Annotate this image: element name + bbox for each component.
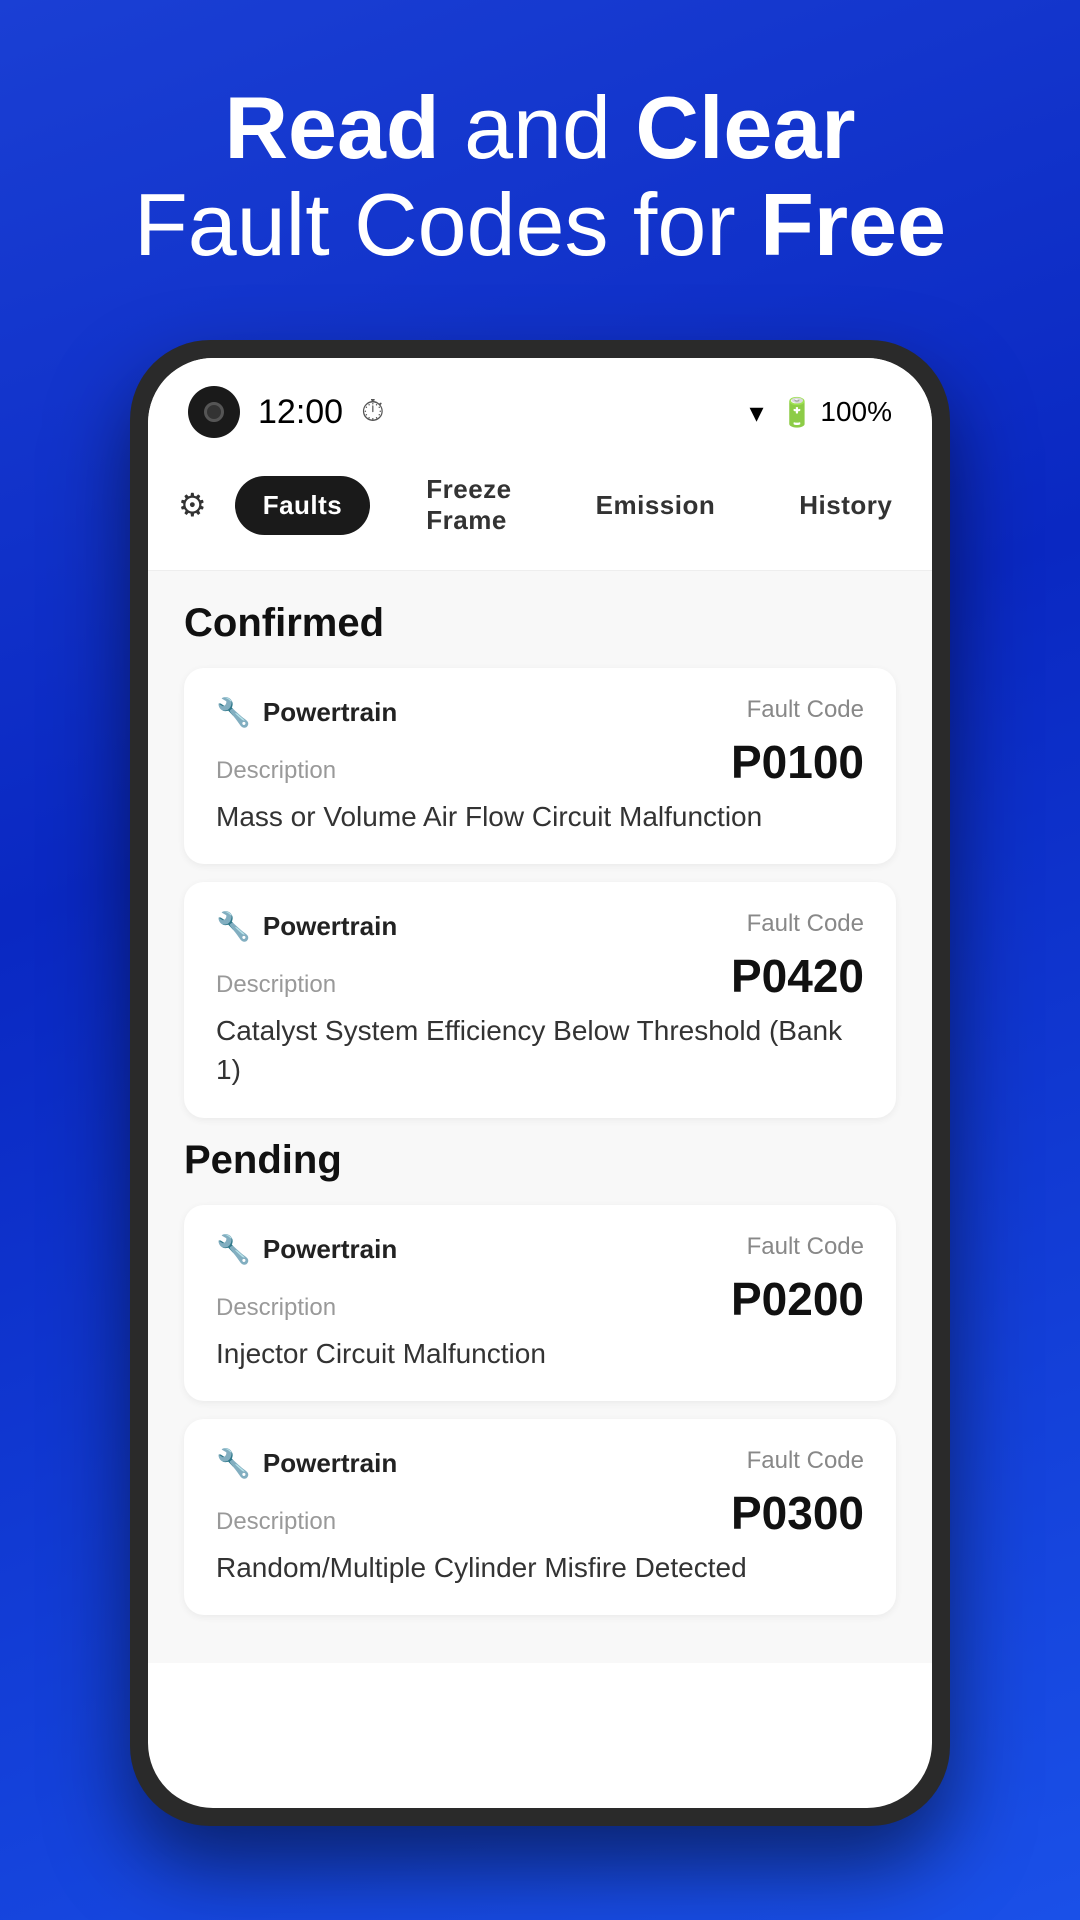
engine-icon: 🔧 <box>216 696 251 729</box>
desc-label: Description <box>216 971 336 999</box>
phone-mockup: 12:00 ⏱ ▾ 🔋 100% ⚙ Faults <box>130 340 950 1826</box>
card-type: 🔧 Powertrain <box>216 1233 397 1266</box>
desc-label: Description <box>216 1508 336 1536</box>
engine-icon: 🔧 <box>216 910 251 943</box>
confirmed-section-title: Confirmed <box>184 601 896 646</box>
hero-read: Read <box>224 78 439 177</box>
engine-icon: 🔧 <box>216 1447 251 1480</box>
card-type: 🔧 Powertrain <box>216 910 397 943</box>
card-header: 🔧 Powertrain Fault Code <box>216 1233 864 1266</box>
card-header: 🔧 Powertrain Fault Code <box>216 696 864 729</box>
fault-card-p0100[interactable]: 🔧 Powertrain Fault Code Description P010… <box>184 668 896 864</box>
card-type: 🔧 Powertrain <box>216 696 397 729</box>
phone-frame: 12:00 ⏱ ▾ 🔋 100% ⚙ Faults <box>130 340 950 1826</box>
tab-faults[interactable]: Faults <box>235 476 371 535</box>
fault-description: Random/Multiple Cylinder Misfire Detecte… <box>216 1548 864 1587</box>
fault-code-value: P0300 <box>731 1486 864 1540</box>
status-time: 12:00 <box>258 393 343 432</box>
hero-subtitle-normal: Fault Codes for <box>134 175 760 274</box>
card-type: 🔧 Powertrain <box>216 1447 397 1480</box>
fault-code-label: Fault Code <box>747 1447 864 1475</box>
fault-code-label: Fault Code <box>747 696 864 724</box>
card-desc-row: Description P0100 <box>216 735 864 789</box>
tab-history[interactable]: History <box>771 476 920 535</box>
nav-icon: ⚙ <box>178 486 207 524</box>
status-right: ▾ 🔋 100% <box>749 396 892 429</box>
fault-description: Injector Circuit Malfunction <box>216 1334 864 1373</box>
fault-code-value: P0200 <box>731 1272 864 1326</box>
card-desc-row: Description P0300 <box>216 1486 864 1540</box>
status-left: 12:00 ⏱ <box>188 386 385 438</box>
nav-tabs: ⚙ Faults Freeze Frame Emission History <box>148 450 932 571</box>
camera-icon <box>188 386 240 438</box>
fault-description: Mass or Volume Air Flow Circuit Malfunct… <box>216 797 864 836</box>
card-header: 🔧 Powertrain Fault Code <box>216 1447 864 1480</box>
hero-and: and <box>464 78 611 177</box>
wifi-icon: ▾ <box>749 396 763 429</box>
card-header: 🔧 Powertrain Fault Code <box>216 910 864 943</box>
fault-card-p0200[interactable]: 🔧 Powertrain Fault Code Description P020… <box>184 1205 896 1401</box>
fault-description: Catalyst System Efficiency Below Thresho… <box>216 1011 864 1089</box>
tab-freeze-frame[interactable]: Freeze Frame <box>398 460 539 550</box>
status-bar: 12:00 ⏱ ▾ 🔋 100% <box>148 358 932 450</box>
fault-code-label: Fault Code <box>747 1233 864 1261</box>
content-area: Confirmed 🔧 Powertrain Fault Code Descri… <box>148 571 932 1663</box>
card-desc-row: Description P0200 <box>216 1272 864 1326</box>
phone-inner: 12:00 ⏱ ▾ 🔋 100% ⚙ Faults <box>148 358 932 1808</box>
pending-section-title: Pending <box>184 1138 896 1183</box>
alarm-icon: ⏱ <box>361 395 384 429</box>
fault-card-p0420[interactable]: 🔧 Powertrain Fault Code Description P042… <box>184 882 896 1117</box>
engine-icon: 🔧 <box>216 1233 251 1266</box>
card-desc-row: Description P0420 <box>216 949 864 1003</box>
fault-code-value: P0100 <box>731 735 864 789</box>
fault-code-value: P0420 <box>731 949 864 1003</box>
fault-code-label: Fault Code <box>747 910 864 938</box>
tab-emission[interactable]: Emission <box>568 476 744 535</box>
hero-section: Read and Clear Fault Codes for Free <box>0 0 1080 314</box>
desc-label: Description <box>216 1294 336 1322</box>
battery-level: 100% <box>820 396 892 428</box>
desc-label: Description <box>216 757 336 785</box>
battery-icon: 🔋 100% <box>780 396 893 429</box>
hero-free: Free <box>760 175 946 274</box>
phone-screen: 12:00 ⏱ ▾ 🔋 100% ⚙ Faults <box>148 358 932 1808</box>
fault-card-p0300[interactable]: 🔧 Powertrain Fault Code Description P030… <box>184 1419 896 1615</box>
hero-clear: Clear <box>635 78 855 177</box>
